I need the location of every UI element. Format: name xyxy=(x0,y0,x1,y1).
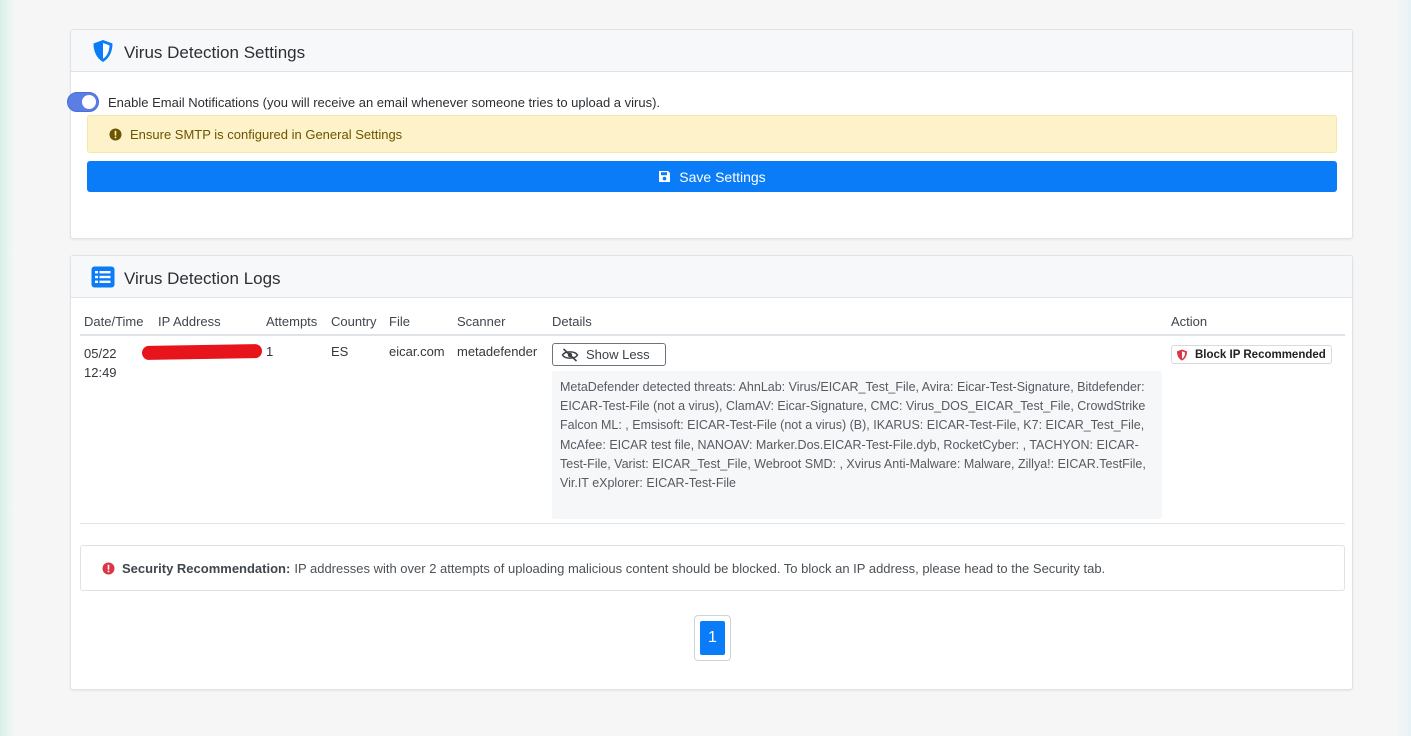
logs-title: Virus Detection Logs xyxy=(124,268,281,288)
cell-scanner: metadefender xyxy=(457,344,538,359)
shield-icon xyxy=(91,39,115,63)
email-notifications-toggle[interactable] xyxy=(67,92,99,112)
toggle-knob xyxy=(82,95,96,109)
virus-logs-table: Date/Time IP Address Attempts Country Fi… xyxy=(80,308,1345,524)
block-ip-recommended-label: Block IP Recommended xyxy=(1195,348,1326,361)
email-notifications-label: Enable Email Notifications (you will rec… xyxy=(108,94,661,110)
list-icon xyxy=(91,265,115,289)
column-header-datetime: Date/Time xyxy=(84,314,144,329)
save-settings-label: Save Settings xyxy=(679,168,766,185)
settings-card-header: Virus Detection Settings xyxy=(71,30,1352,72)
save-icon xyxy=(658,170,671,183)
settings-title: Virus Detection Settings xyxy=(124,42,306,62)
security-recommendation-text: IP addresses with over 2 attempts of upl… xyxy=(294,560,1106,576)
exclamation-circle-icon xyxy=(109,128,122,141)
save-settings-button[interactable]: Save Settings xyxy=(87,161,1337,192)
column-header-scanner: Scanner xyxy=(457,314,506,329)
cell-attempts: 1 xyxy=(266,344,274,359)
column-header-action: Action xyxy=(1171,314,1208,329)
eye-slash-icon xyxy=(561,347,579,362)
shield-alert-icon xyxy=(1176,349,1188,361)
page-1-button[interactable]: 1 xyxy=(700,621,725,655)
info-circle-icon xyxy=(102,562,115,575)
smtp-warning-alert: Ensure SMTP is configured in General Set… xyxy=(87,115,1337,153)
block-ip-recommended-badge: Block IP Recommended xyxy=(1171,345,1332,364)
column-header-country: Country xyxy=(331,314,377,329)
column-header-ip: IP Address xyxy=(158,314,221,329)
security-recommendation-label: Security Recommendation: xyxy=(122,560,291,576)
cell-file: eicar.com xyxy=(389,344,445,359)
cell-date: 05/22 xyxy=(84,346,117,361)
column-header-file: File xyxy=(389,314,410,329)
cell-datetime: 05/22 12:49 xyxy=(84,344,117,382)
cell-time: 12:49 xyxy=(84,365,117,380)
pagination: 1 xyxy=(694,615,731,661)
smtp-warning-text: Ensure SMTP is configured in General Set… xyxy=(130,126,403,142)
security-recommendation-alert: Security Recommendation: IP addresses wi… xyxy=(80,545,1345,591)
column-header-attempts: Attempts xyxy=(266,314,318,329)
threat-details: MetaDefender detected threats: AhnLab: V… xyxy=(552,371,1162,519)
email-notifications-row: Enable Email Notifications (you will rec… xyxy=(67,92,660,112)
logs-card-header: Virus Detection Logs xyxy=(71,256,1352,298)
show-less-button[interactable]: Show Less xyxy=(552,343,666,366)
virus-detection-settings-card: Virus Detection Settings Enable Email No… xyxy=(67,29,1353,239)
cell-country: ES xyxy=(331,344,349,359)
table-row: 05/22 12:49 1 ES eicar.com metadefender xyxy=(80,336,1345,524)
virus-detection-logs-card: Virus Detection Logs Date/Time IP Addres… xyxy=(70,255,1353,690)
column-header-details: Details xyxy=(552,314,592,329)
show-less-label: Show Less xyxy=(586,347,650,362)
ip-redaction-mark xyxy=(141,343,263,361)
page: Virus Detection Settings Enable Email No… xyxy=(15,0,1396,736)
table-header-row: Date/Time IP Address Attempts Country Fi… xyxy=(80,308,1345,336)
